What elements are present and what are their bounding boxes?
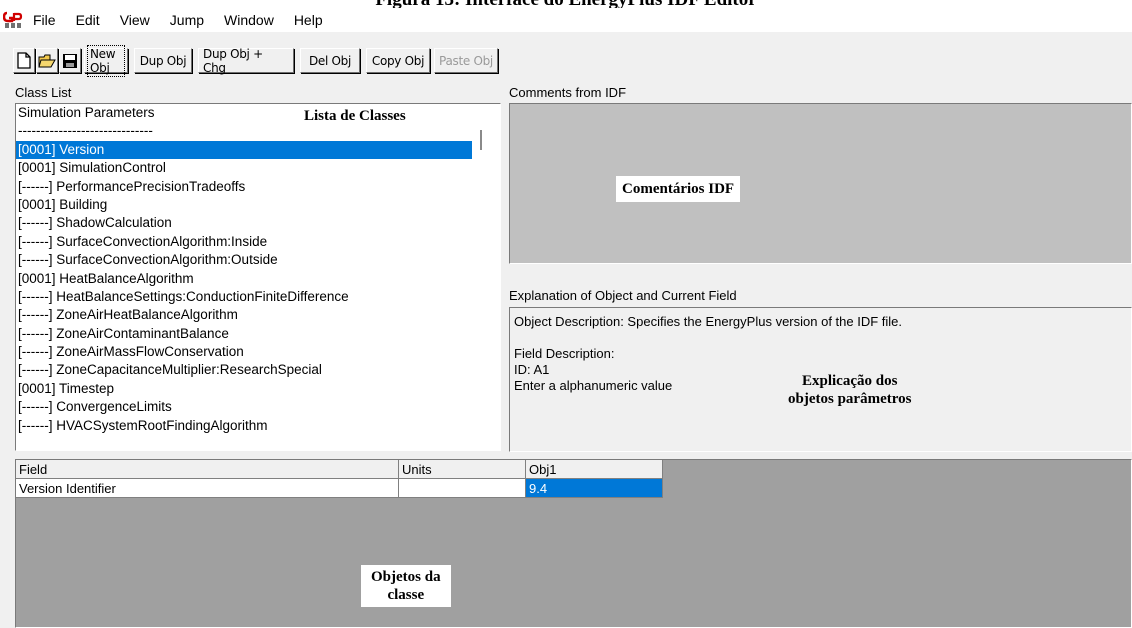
class-list-label: Class List bbox=[15, 85, 72, 100]
new-obj-button[interactable]: New Obj bbox=[84, 44, 128, 77]
class-list[interactable]: Simulation Parameters -------------------… bbox=[15, 103, 501, 451]
new-file-icon bbox=[17, 52, 31, 69]
toolbar: New Obj Dup Obj Dup Obj + Chg Del Obj Co… bbox=[0, 32, 1132, 78]
del-obj-button[interactable]: Del Obj bbox=[300, 48, 360, 73]
comments-box[interactable]: Comentários IDF bbox=[509, 103, 1132, 264]
save-file-button[interactable] bbox=[59, 48, 81, 73]
list-item[interactable]: [------] HVACSystemRootFindingAlgorithm bbox=[16, 417, 500, 435]
grid-cell-field[interactable]: Version Identifier bbox=[16, 478, 399, 498]
menu-file[interactable]: File bbox=[31, 11, 58, 29]
list-item[interactable]: [------] ZoneAirHeatBalanceAlgorithm bbox=[16, 306, 500, 324]
list-item[interactable]: [------] SurfaceConvectionAlgorithm:Outs… bbox=[16, 251, 500, 269]
copy-obj-label: Copy Obj bbox=[371, 53, 425, 68]
comments-label: Comments from IDF bbox=[509, 85, 627, 100]
explanation-label: Explanation of Object and Current Field bbox=[509, 288, 737, 303]
list-item[interactable]: [------] ZoneAirContaminantBalance bbox=[16, 325, 500, 343]
list-item[interactable]: [------] SurfaceConvectionAlgorithm:Insi… bbox=[16, 233, 500, 251]
list-item[interactable]: [------] ConvergenceLimits bbox=[16, 398, 500, 416]
explanation-annotation: Explicação dos objetos parâmetros bbox=[782, 370, 918, 410]
list-item[interactable]: [------] HeatBalanceSettings:ConductionF… bbox=[16, 288, 500, 306]
app-icon[interactable] bbox=[2, 11, 25, 29]
paste-obj-label: Paste Obj bbox=[439, 53, 493, 68]
menu-bar: File Edit View Jump Window Help bbox=[0, 8, 1132, 32]
list-item[interactable]: [0001] Building bbox=[16, 196, 500, 214]
copy-obj-button[interactable]: Copy Obj bbox=[366, 48, 430, 73]
list-item[interactable]: ------------------------------ bbox=[16, 122, 500, 140]
list-item[interactable]: [0001] SimulationControl bbox=[16, 159, 500, 177]
new-file-button[interactable] bbox=[13, 48, 35, 73]
class-list-annotation: Lista de Classes bbox=[300, 107, 410, 125]
open-folder-icon bbox=[38, 54, 56, 67]
grid-annotation-line2: classe bbox=[387, 587, 425, 603]
del-obj-label: Del Obj bbox=[308, 53, 352, 68]
grid-cell-units[interactable] bbox=[398, 478, 526, 498]
class-list-rows: Simulation Parameters -------------------… bbox=[16, 104, 500, 435]
object-grid[interactable]: Field Units Obj1 Version Identifier 9.4 … bbox=[15, 459, 1132, 628]
comments-annotation: Comentários IDF bbox=[616, 176, 741, 202]
list-item[interactable]: Simulation Parameters bbox=[16, 104, 500, 122]
idf-editor-window: File Edit View Jump Window Help New Obj … bbox=[0, 8, 1132, 628]
list-item[interactable]: [------] PerformancePrecisionTradeoffs bbox=[16, 178, 500, 196]
list-item[interactable]: [0001] HeatBalanceAlgorithm bbox=[16, 270, 500, 288]
explanation-annotation-line2: objetos parâmetros bbox=[788, 391, 912, 407]
dup-obj-chg-label: Dup Obj + Chg bbox=[203, 46, 263, 75]
table-row: Version Identifier 9.4 bbox=[16, 478, 663, 498]
list-item[interactable]: [------] ZoneAirMassFlowConservation bbox=[16, 343, 500, 361]
open-file-button[interactable] bbox=[36, 48, 58, 73]
explanation-box: Object Description: Specifies the Energy… bbox=[509, 307, 1132, 452]
menu-window[interactable]: Window bbox=[222, 11, 276, 29]
grid-header-units[interactable]: Units bbox=[398, 460, 526, 479]
class-list-scroll-thumb[interactable] bbox=[480, 130, 482, 150]
list-item[interactable]: [------] ZoneCapacitanceMultiplier:Resea… bbox=[16, 361, 500, 379]
list-item[interactable]: [------] ShadowCalculation bbox=[16, 214, 500, 232]
explanation-annotation-line1: Explicação dos bbox=[802, 373, 898, 389]
new-obj-label: New Obj bbox=[87, 44, 125, 77]
object-description: Object Description: Specifies the Energy… bbox=[514, 314, 903, 329]
dup-obj-label: Dup Obj bbox=[139, 53, 187, 68]
menu-view[interactable]: View bbox=[118, 11, 152, 29]
save-disk-icon bbox=[63, 53, 77, 68]
grid-annotation: Objetos da classe bbox=[361, 565, 451, 607]
grid-cell-obj1[interactable]: 9.4 bbox=[525, 478, 663, 498]
grid-header-row: Field Units Obj1 bbox=[16, 460, 663, 479]
list-item[interactable]: [0001] Version bbox=[16, 140, 472, 160]
object-grid-table: Field Units Obj1 Version Identifier 9.4 bbox=[16, 460, 663, 498]
list-item[interactable]: [0001] Timestep bbox=[16, 380, 500, 398]
menu-jump[interactable]: Jump bbox=[168, 11, 206, 29]
grid-annotation-line1: Objetos da bbox=[371, 569, 441, 585]
menu-help[interactable]: Help bbox=[292, 11, 325, 29]
grid-header-field[interactable]: Field bbox=[16, 460, 399, 479]
dup-obj-chg-button[interactable]: Dup Obj + Chg bbox=[198, 46, 294, 75]
paste-obj-button: Paste Obj bbox=[434, 48, 498, 73]
dup-obj-button[interactable]: Dup Obj bbox=[134, 48, 192, 73]
grid-header-obj1[interactable]: Obj1 bbox=[525, 460, 663, 479]
menu-edit[interactable]: Edit bbox=[74, 11, 102, 29]
field-description-label: Field Description: bbox=[514, 346, 615, 361]
